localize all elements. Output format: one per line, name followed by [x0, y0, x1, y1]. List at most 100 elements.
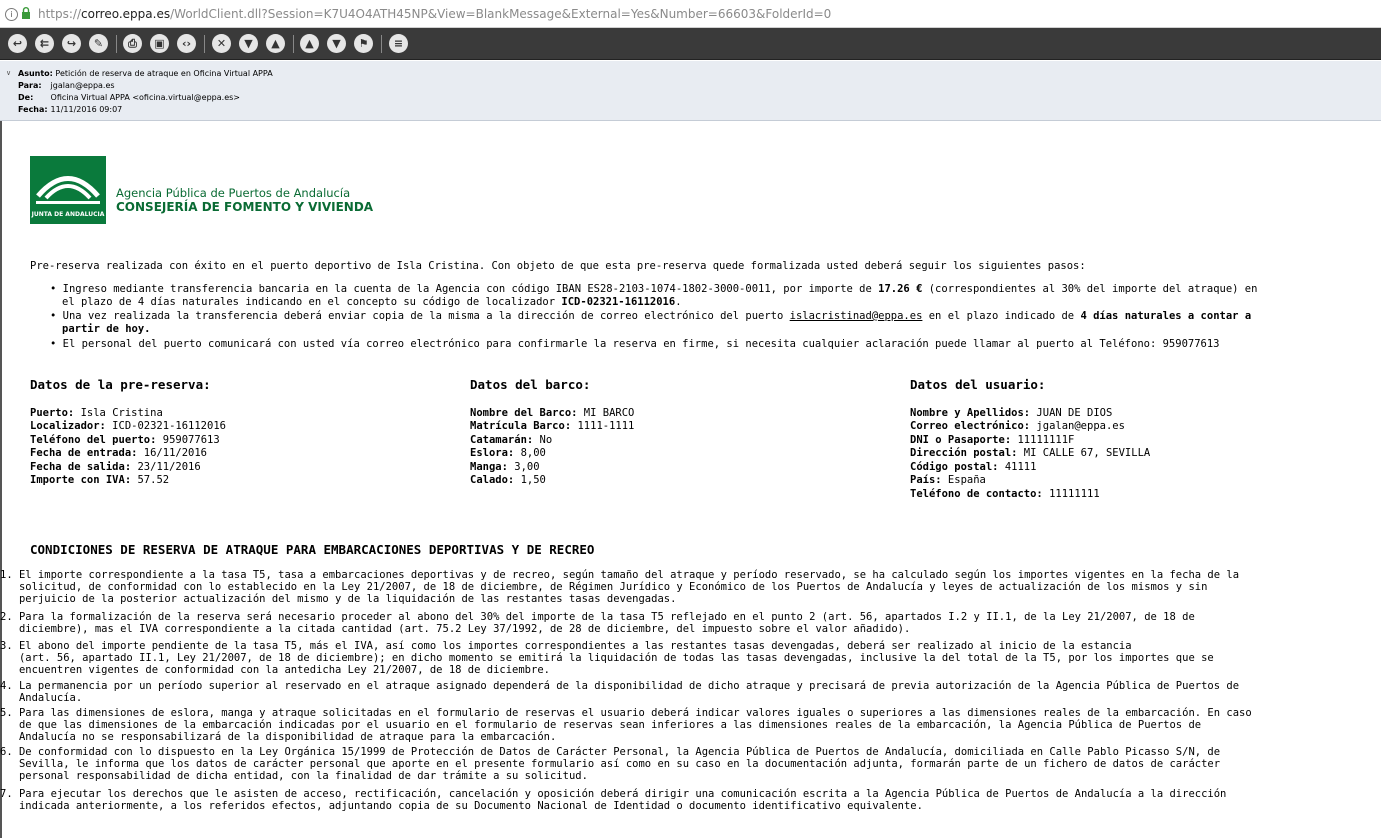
- usuario-field: Dirección postal: MI CALLE 67, SEVILLA: [910, 447, 1150, 459]
- url-text[interactable]: https://correo.eppa.es/WorldClient.dll?S…: [38, 7, 831, 21]
- message-header: ∨ Asunto: Petición de reserva de atraque…: [0, 61, 1381, 121]
- step-2-text: Una vez realizada la transferencia deber…: [62, 310, 790, 322]
- step-1: • Ingreso mediante transferencia bancari…: [50, 283, 1258, 295]
- field-value: jgalan@eppa.es: [1030, 420, 1125, 432]
- reserva-field: Fecha de entrada: 16/11/2016: [30, 447, 207, 459]
- reserva-field: Importe con IVA: 57.52: [30, 474, 169, 486]
- flag-icon[interactable]: ⚑: [354, 34, 373, 53]
- usuario-title: Datos del usuario:: [910, 377, 1046, 392]
- to-row: Para: jgalan@eppa.es: [18, 81, 115, 90]
- seal-text: JUNTA DE ANDALUCIA: [31, 211, 105, 218]
- usuario-field: Teléfono de contacto: 11111111: [910, 488, 1100, 500]
- step-1-text: Ingreso mediante transferencia bancaria …: [62, 283, 879, 295]
- toolbar-divider: [204, 35, 205, 53]
- condition-line: 2. Para la formalización de la reserva s…: [0, 611, 1195, 623]
- reserva-field: Localizador: ICD-02321-16112016: [30, 420, 226, 432]
- reserva-title: Datos de la pre-reserva:: [30, 377, 211, 392]
- field-label: Correo electrónico:: [910, 420, 1031, 432]
- barco-field: Calado: 1,50: [470, 474, 546, 486]
- next-icon[interactable]: ▼: [327, 34, 346, 53]
- field-label: Teléfono de contacto:: [910, 488, 1043, 500]
- address-bar[interactable]: i https://correo.eppa.es/WorldClient.dll…: [0, 0, 1381, 28]
- field-value: 41111: [998, 461, 1037, 473]
- toolbar-divider: [116, 35, 117, 53]
- reserva-field: Puerto: Isla Cristina: [30, 407, 163, 419]
- step-3-text: El personal del puerto comunicará con us…: [62, 338, 1220, 350]
- field-label: Teléfono del puerto:: [30, 434, 157, 446]
- usuario-field: Correo electrónico: jgalan@eppa.es: [910, 420, 1125, 432]
- date-label: Fecha:: [18, 105, 48, 114]
- condition-line: solicitud, de conformidad con lo estable…: [0, 581, 1208, 593]
- field-label: Fecha de salida:: [30, 461, 132, 473]
- field-value: 959077613: [156, 434, 220, 446]
- delete-icon[interactable]: ✕: [212, 34, 231, 53]
- url-path: /WorldClient.dll?Session=K7U4O4ATH45NP&V…: [170, 7, 832, 21]
- field-value: 11111111F: [1011, 434, 1075, 446]
- step-2: • Una vez realizada la transferencia deb…: [50, 310, 1252, 322]
- usuario-field: País: España: [910, 474, 986, 486]
- junta-andalucia-logo: JUNTA DE ANDALUCIA: [30, 156, 106, 224]
- save-icon[interactable]: ▣: [150, 34, 169, 53]
- barco-title: Datos del barco:: [470, 377, 591, 392]
- toolbar-divider: [293, 35, 294, 53]
- field-value: No: [533, 434, 553, 446]
- reply-icon[interactable]: ↩: [8, 34, 27, 53]
- org-department: CONSEJERÍA DE FOMENTO Y VIVIENDA: [116, 200, 374, 214]
- field-value: 8,00: [514, 447, 546, 459]
- menu-icon[interactable]: ≡: [389, 34, 408, 53]
- previous-icon[interactable]: ▲: [300, 34, 319, 53]
- step-3: • El personal del puerto comunicará con …: [50, 338, 1220, 350]
- field-value: JUAN DE DIOS: [1030, 407, 1113, 419]
- condition-line: encuentren vigentes de conformidad con l…: [0, 664, 550, 676]
- from-row: De: Oficina Virtual APPA <oficina.virtua…: [18, 93, 240, 102]
- field-value: 1,50: [514, 474, 546, 486]
- usuario-field: Código postal: 41111: [910, 461, 1036, 473]
- port-email-link[interactable]: islacristinad@eppa.es: [790, 310, 923, 322]
- field-label: País:: [910, 474, 942, 486]
- condition-line: perjuicio de la posterior actualización …: [0, 593, 677, 605]
- not-junk-icon[interactable]: ▲: [266, 34, 285, 53]
- field-label: Puerto:: [30, 407, 75, 419]
- field-value: MI CALLE 67, SEVILLA: [1017, 447, 1151, 459]
- field-value: Isla Cristina: [74, 407, 163, 419]
- field-value: 23/11/2016: [131, 461, 201, 473]
- step-2-text-b: en el plazo indicado de: [922, 310, 1081, 322]
- condition-line: 3. El abono del importe pendiente de la …: [0, 640, 1132, 652]
- field-value: 1111-1111: [571, 420, 635, 432]
- from-value[interactable]: Oficina Virtual APPA <oficina.virtual@ep…: [51, 93, 240, 102]
- condition-line: Andalucía no se responsabilizará de la d…: [0, 731, 557, 743]
- field-label: Eslora:: [470, 447, 515, 459]
- field-label: Manga:: [470, 461, 508, 473]
- forward-icon[interactable]: ↪: [62, 34, 81, 53]
- step-2-bold: 4 días naturales a contar a: [1080, 310, 1252, 322]
- condition-line: 1. El importe correspondiente a la tasa …: [0, 569, 1240, 581]
- reserva-field: Teléfono del puerto: 959077613: [30, 434, 220, 446]
- reply-all-icon[interactable]: ⇇: [35, 34, 54, 53]
- field-value: 3,00: [507, 461, 540, 473]
- mail-toolbar: ↩ ⇇ ↪ ✎ ⎙ ▣ ‹› ✕ ▼ ▲ ▲ ▼ ⚑ ≡: [0, 28, 1381, 60]
- usuario-field: DNI o Pasaporte: 11111111F: [910, 434, 1074, 446]
- barco-field: Catamarán: No: [470, 434, 552, 446]
- step-2-cont: partir de hoy.: [62, 323, 151, 335]
- condition-line: diciembre), mas el IVA correspondiente a…: [0, 623, 911, 635]
- url-scheme: https://: [38, 7, 82, 21]
- condition-line: 7. Para ejecutar los derechos que le asi…: [0, 788, 1227, 800]
- print-icon[interactable]: ⎙: [123, 34, 142, 53]
- step-1-amount: 17.26 €: [878, 283, 923, 295]
- field-label: Fecha de entrada:: [30, 447, 138, 459]
- org-name: Agencia Pública de Puertos de Andalucía: [116, 186, 351, 200]
- from-label: De:: [18, 93, 34, 102]
- subject-value: Petición de reserva de atraque en Oficin…: [55, 69, 273, 78]
- junk-icon[interactable]: ▼: [239, 34, 258, 53]
- edit-icon[interactable]: ✎: [89, 34, 108, 53]
- field-value: 16/11/2016: [137, 447, 208, 459]
- collapse-chevron-icon[interactable]: ∨: [6, 69, 11, 77]
- info-icon[interactable]: i: [5, 8, 18, 21]
- lock-icon: [22, 7, 30, 19]
- source-icon[interactable]: ‹›: [177, 34, 196, 53]
- condition-line: indicada anteriormente, a los referidos …: [0, 800, 923, 812]
- to-label: Para:: [18, 81, 42, 90]
- step-1-text-d: .: [675, 296, 682, 308]
- condition-line: 4. La permanencia por un período superio…: [0, 680, 1240, 692]
- to-value[interactable]: jgalan@eppa.es: [51, 81, 115, 90]
